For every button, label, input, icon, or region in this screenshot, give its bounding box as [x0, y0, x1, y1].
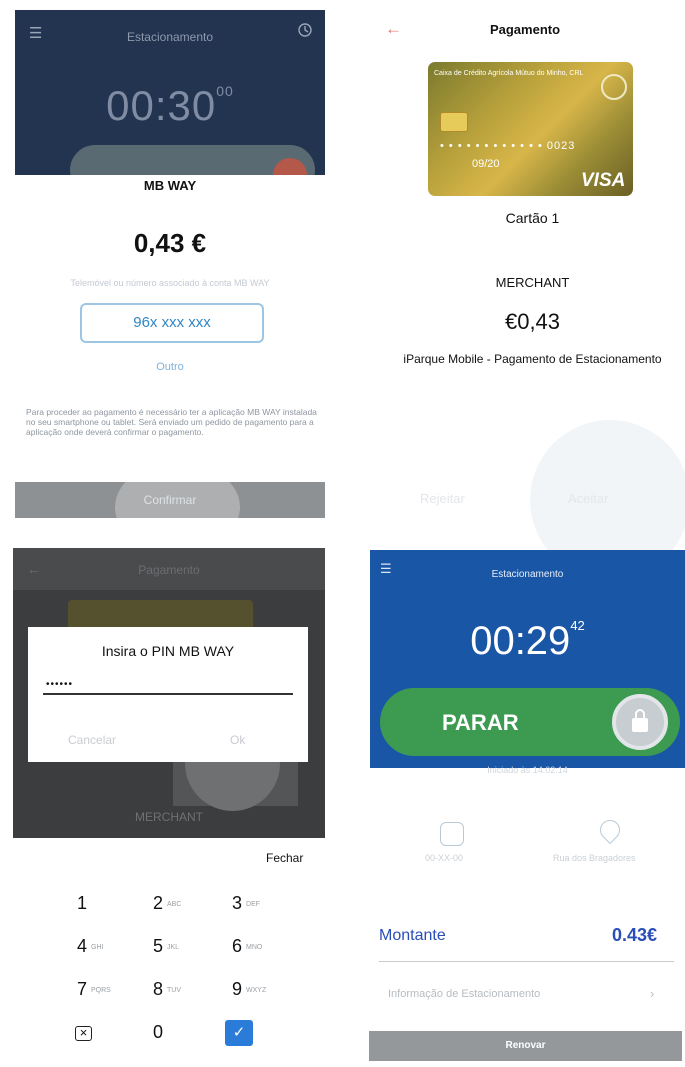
vehicle-plate: 00-XX-00 — [425, 853, 464, 863]
card-name: Cartão 1 — [505, 210, 560, 226]
other-number-link[interactable]: Outro — [15, 361, 325, 373]
key-5[interactable]: 5 JKL — [153, 936, 213, 966]
stop-parking-slider[interactable]: PARAR — [380, 688, 680, 756]
parking-timer: 00:3000 — [106, 82, 234, 129]
start-time: Iniciado às 14:02:14 — [487, 765, 568, 775]
parking-info-link[interactable]: Informação de Estacionamento — [388, 988, 540, 1000]
cancel-button[interactable]: Cancelar — [68, 733, 116, 747]
payment-description: iParque Mobile - Pagamento de Estacionam… — [403, 352, 662, 366]
timer-seconds: 00 — [216, 83, 234, 99]
card-number: • • • • • • • • • • • • 0023 — [440, 140, 576, 152]
key-6[interactable]: 6 MNO — [232, 936, 292, 966]
close-keypad-button[interactable]: Fechar — [266, 851, 303, 865]
accept-button[interactable]: Aceitar — [568, 491, 608, 506]
header-title: Estacionamento — [491, 569, 564, 580]
key-8[interactable]: 8 TUV — [153, 979, 213, 1009]
confirm-button[interactable]: Confirmar — [15, 482, 325, 518]
chevron-right-icon[interactable]: › — [650, 986, 654, 1001]
key-2[interactable]: 2 ABC — [153, 893, 213, 923]
header-title: Estacionamento — [126, 30, 214, 44]
confirm-check-key-icon[interactable]: ✓ — [225, 1020, 253, 1046]
pin-input[interactable]: •••••• — [46, 679, 73, 690]
lock-icon[interactable] — [612, 694, 668, 750]
renew-button[interactable]: Renovar — [369, 1031, 682, 1061]
mbway-brand: MB WAY — [143, 178, 197, 193]
stop-label: PARAR — [442, 710, 519, 735]
car-icon[interactable] — [440, 822, 464, 846]
key-1[interactable]: 1 — [77, 893, 137, 923]
dimmed-merchant: MERCHANT — [135, 810, 203, 824]
visa-logo: VISA — [581, 170, 626, 191]
pin-prompt: Insira o PIN MB WAY — [101, 643, 235, 659]
key-4[interactable]: 4 GHI — [77, 936, 137, 966]
ok-button[interactable]: Ok — [230, 733, 245, 747]
reject-button[interactable]: Rejeitar — [420, 491, 465, 506]
amount-label: Montante — [379, 927, 446, 944]
payment-amount: €0,43 — [504, 309, 561, 334]
confirm-label: Confirmar — [143, 493, 197, 507]
pin-dialog: Insira o PIN MB WAY •••••• Cancelar Ok — [28, 627, 308, 762]
payment-amount: 0,43 € — [133, 228, 207, 258]
phone-number-field[interactable]: 96x xxx xxx — [80, 303, 264, 343]
phone-hint: Telemóvel ou número associado à conta MB… — [70, 278, 270, 288]
merchant-name: MERCHANT — [495, 275, 570, 290]
payment-card[interactable]: Caixa de Crédito Agrícola Mútuo do Minho… — [428, 62, 633, 196]
card-expiry: 09/20 — [472, 158, 500, 170]
parking-zone: Rua dos Bragadores — [553, 853, 636, 863]
key-7[interactable]: 7 PQRS — [77, 979, 137, 1009]
location-pin-icon[interactable] — [595, 815, 625, 845]
history-icon[interactable] — [297, 22, 313, 43]
dimmed-title: Pagamento — [138, 563, 200, 577]
mbway-instructions: Para proceder ao pagamento é necessário … — [26, 407, 317, 437]
amount-value: 0.43€ — [612, 925, 658, 945]
page-title: Pagamento — [489, 22, 561, 37]
key-3[interactable]: 3 DEF — [232, 893, 292, 923]
timer-seconds: 42 — [570, 618, 585, 633]
card-chip-icon — [440, 112, 468, 132]
pin-input-underline — [43, 693, 293, 695]
key-0[interactable]: 0 — [153, 1022, 213, 1052]
bank-seal-icon — [601, 74, 627, 100]
card-bank-name: Caixa de Crédito Agrícola Mútuo do Minho… — [434, 70, 584, 77]
key-9[interactable]: 9 WXYZ — [232, 979, 292, 1009]
parking-timer: 00:2942 — [470, 618, 585, 663]
lock-body — [632, 718, 648, 732]
backspace-key-icon[interactable]: × — [75, 1026, 92, 1041]
divider — [379, 961, 674, 962]
mbway-parking-header: ☰ Estacionamento 00:3000 — [15, 10, 325, 175]
